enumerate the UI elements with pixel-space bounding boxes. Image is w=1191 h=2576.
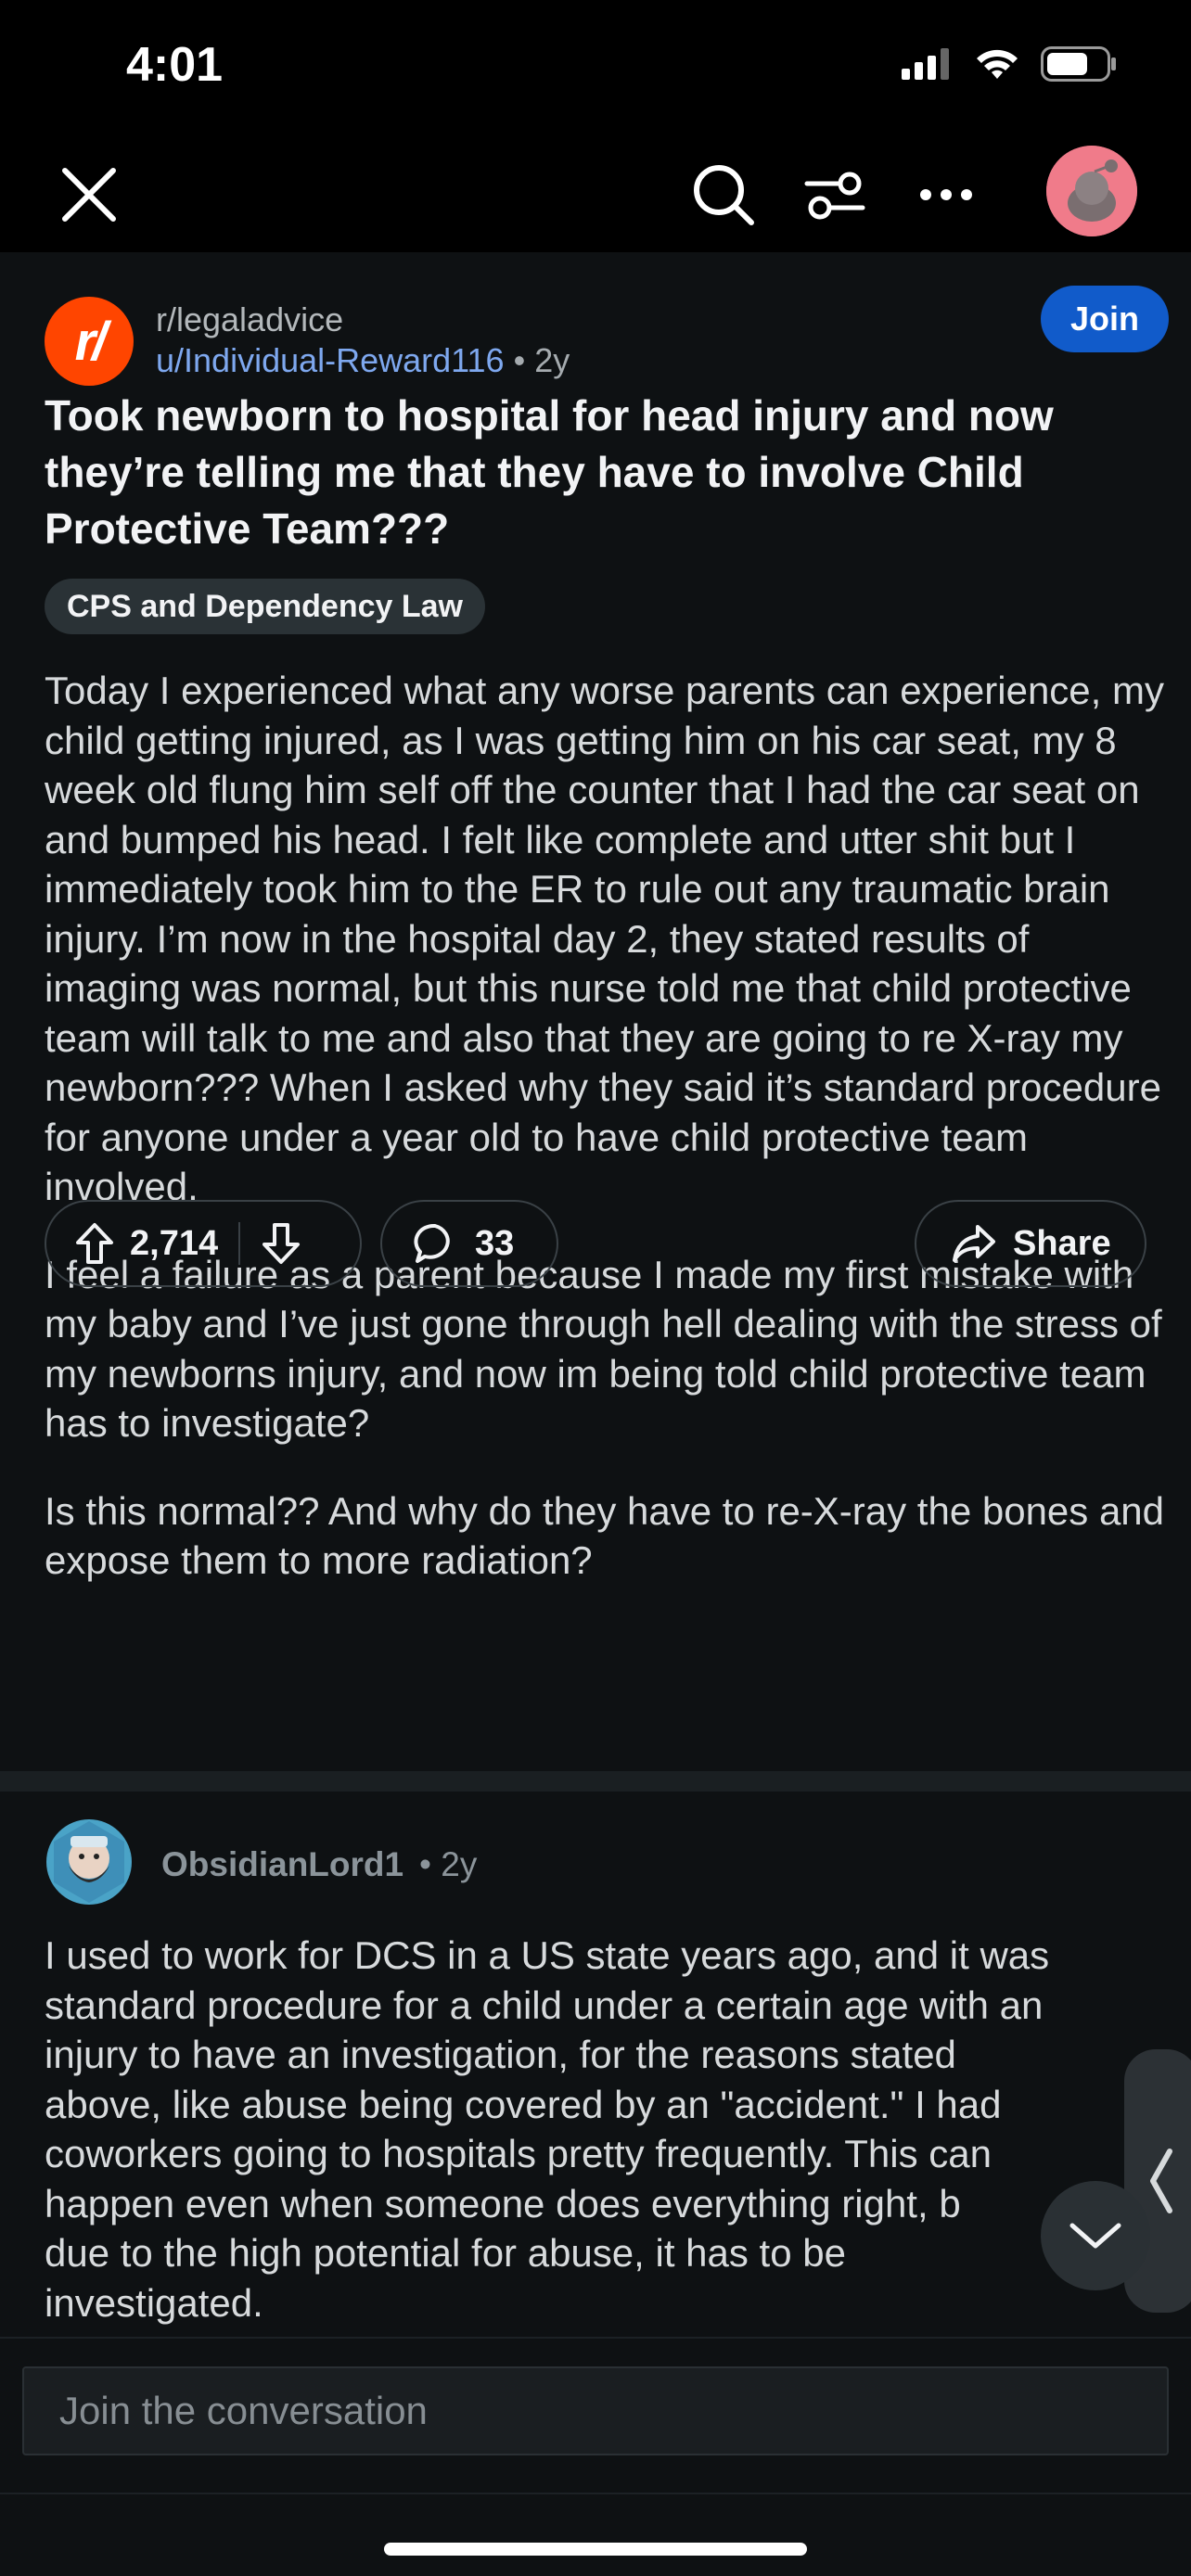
meta-separator: • [513,341,526,379]
meta-separator: • [419,1845,431,1883]
post-author[interactable]: u/Individual-Reward116 [156,341,505,379]
user-avatar[interactable] [1046,146,1137,236]
status-time: 4:01 [126,38,224,92]
join-button[interactable]: Join [1041,286,1169,352]
chevron-down-icon [1069,2223,1121,2249]
post-paragraph: Today I experienced what any worse paren… [45,669,1164,1208]
subreddit-name[interactable]: r/legaladvice [156,300,343,339]
downvote-icon[interactable] [261,1222,301,1265]
post-body: Today I experienced what any worse paren… [45,666,1167,1624]
sort-filter-icon [804,172,865,220]
post-header: r/ r/legaladvice u/Individual-Reward116 … [45,274,1158,386]
section-separator [0,1771,1191,1792]
sort-filter-button[interactable] [798,158,872,232]
snoo-avatar-icon [54,1821,124,1903]
comment-meta: • 2y [419,1845,477,1884]
status-icons [902,46,1117,82]
comment-line: above, like abuse being covered by an "a… [45,2082,1002,2126]
status-bar: 4:01 [0,0,1191,139]
share-button[interactable]: Share [915,1200,1146,1287]
next-comment-button[interactable] [1041,2181,1150,2290]
bottom-area [0,2493,1191,2576]
vote-divider [238,1222,241,1265]
chevron-left-icon [1150,2149,1172,2213]
close-button[interactable] [52,158,126,232]
comment-line: coworkers going to hospitals pretty freq… [45,2132,992,2175]
comment-line: due to the high potential for abuse, it … [45,2231,846,2275]
share-label: Share [1013,1223,1111,1263]
comment-avatar[interactable] [46,1819,132,1905]
comment-bubble-icon [414,1223,450,1263]
post-paragraph: Is this normal?? And why do they have to… [45,1488,1165,1583]
comment-line: I used to work for DCS in a US state yea… [45,1933,1050,1977]
comment-line: happen even when someone does everything… [45,2181,961,2225]
comment-line: standard procedure for a child under a c… [45,1983,1044,2027]
upvote-icon[interactable] [74,1222,115,1265]
snoo-avatar-icon [1046,146,1137,236]
top-bar [0,139,1191,252]
comment-body: I used to work for DCS in a US state yea… [45,1931,1167,2327]
more-button[interactable] [909,158,983,232]
vote-count: 2,714 [130,1223,219,1263]
comment-line: investigated. [45,2280,263,2325]
post-flair[interactable]: CPS and Dependency Law [45,579,485,634]
home-indicator[interactable] [384,2543,807,2556]
reply-bar [0,2337,1191,2493]
comment-author[interactable]: ObsidianLord1 [161,1845,403,1884]
search-button[interactable] [686,158,761,232]
wifi-icon [977,49,1018,79]
reply-input[interactable] [22,2366,1169,2455]
search-icon [694,165,754,225]
battery-icon [1041,46,1116,82]
more-icon [920,189,972,200]
comment-line: injury to have an investigation, for the… [45,2033,956,2076]
vote-pill: 2,714 [45,1200,362,1287]
post-meta: u/Individual-Reward116 • 2y [156,341,570,380]
post-age: 2y [534,341,570,379]
comments-button[interactable]: 33 [380,1200,558,1287]
close-icon [62,168,116,222]
comment-age: 2y [441,1845,478,1883]
share-icon [953,1225,995,1262]
post-actions: 2,714 33 Share [45,1200,1146,1287]
cellular-signal-icon [902,48,949,80]
subreddit-icon[interactable]: r/ [45,297,134,386]
comment-count: 33 [475,1223,515,1263]
post-title: Took newborn to hospital for head injury… [45,391,1054,553]
